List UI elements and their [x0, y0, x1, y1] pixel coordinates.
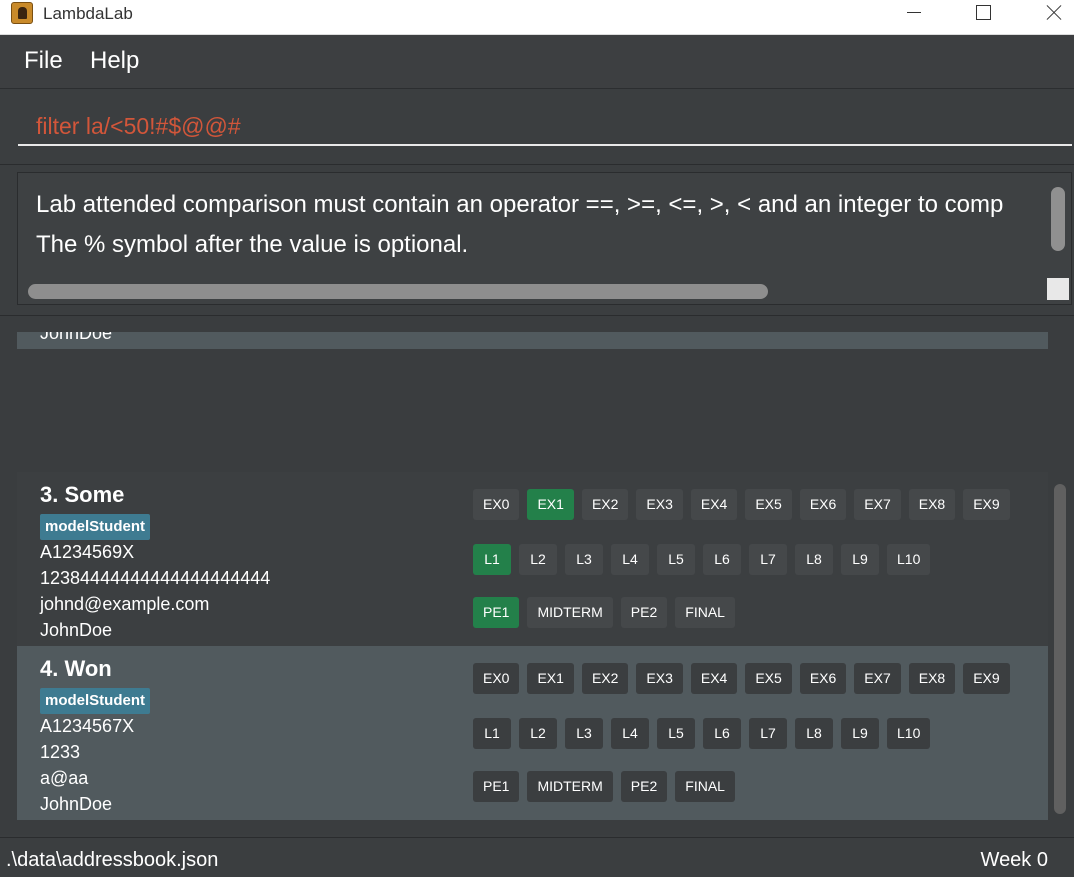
lab-chip: L3 [565, 718, 603, 749]
exercise-chip: EX9 [963, 663, 1010, 694]
student-email: a@aa [40, 768, 89, 788]
exam-chip: FINAL [675, 597, 735, 628]
menu-help[interactable]: Help [90, 47, 139, 75]
student-card[interactable]: 4. Won modelStudent A1234567X 1233 a@aa JohnD… [17, 646, 1048, 820]
result-display: Lab attended comparison must contain an … [17, 172, 1072, 305]
student-list[interactable]: 2mA1234568X12384444444444444444444johnd@… [17, 332, 1048, 836]
menu-file[interactable]: File [24, 47, 63, 75]
lab-chip: L9 [841, 544, 879, 575]
exercise-chip: EX8 [908, 663, 956, 694]
lab-row: L1 L2 L3 L4 L5 L6 L7 L8 L9 L10 [473, 718, 931, 749]
window-title: LambdaLab [43, 4, 133, 23]
student-name: 4. Won [40, 656, 112, 681]
student-phone: 1233 [40, 742, 81, 762]
vertical-scrollbar[interactable] [1051, 187, 1065, 251]
scroll-corner [1047, 278, 1069, 300]
exercise-chip: EX2 [581, 663, 629, 694]
exam-chip: PE2 [620, 597, 668, 628]
lab-chip: L10 [887, 544, 931, 575]
exercise-chip: EX4 [690, 489, 738, 520]
student-github: JohnDoe [40, 620, 113, 640]
lab-chip: L1 [473, 544, 511, 575]
exercise-chip: EX5 [745, 663, 792, 694]
exercise-chip: EX0 [473, 663, 520, 694]
student-github: JohnDoe [40, 794, 113, 814]
result-message-line: The % symbol after the value is optional… [36, 231, 469, 258]
student-list-panel: 2mA1234568X12384444444444444444444johnd@… [0, 315, 1074, 835]
exam-chip: PE1 [473, 771, 520, 802]
exercise-chip: EX0 [473, 489, 520, 520]
exercise-chip: EX7 [854, 663, 901, 694]
exercise-chip: EX1 [527, 489, 574, 520]
exercise-chip: EX6 [799, 663, 847, 694]
exercise-chip: EX8 [908, 489, 956, 520]
lab-chip: L6 [703, 544, 741, 575]
exercise-row: EX0 EX1 EX2 EX3 EX4 EX5 EX6 EX7 EX8 EX9 [473, 489, 1010, 520]
lab-chip: L3 [565, 544, 603, 575]
lab-chip: L2 [519, 544, 557, 575]
exercise-chip: EX9 [963, 489, 1010, 520]
exercise-chip: EX7 [854, 489, 901, 520]
exercise-chip: EX1 [527, 663, 574, 694]
close-button[interactable] [1025, 0, 1074, 30]
student-email: johnd@example.com [40, 594, 210, 614]
exercise-chip: EX6 [799, 489, 847, 520]
tag-list: modelStudent [40, 688, 150, 714]
minimize-button[interactable] [886, 0, 942, 30]
lab-chip: L9 [841, 718, 879, 749]
exam-chip: FINAL [675, 771, 735, 802]
maximize-button[interactable] [955, 0, 1011, 30]
lab-chip: L2 [519, 718, 557, 749]
student-github: JohnDoe [40, 332, 113, 343]
exam-chip: PE1 [473, 597, 520, 628]
exercise-row: EX0 EX1 EX2 EX3 EX4 EX5 EX6 EX7 EX8 EX9 [473, 663, 1010, 694]
lab-chip: L4 [611, 718, 649, 749]
command-box [0, 90, 1074, 165]
lab-chip: L5 [657, 718, 695, 749]
exercise-chip: EX4 [690, 663, 738, 694]
status-bar: .\data\addressbook.json Week 0 [0, 837, 1074, 877]
lab-chip: L8 [795, 718, 833, 749]
lab-chip: L10 [887, 718, 931, 749]
student-tag: modelStudent [40, 688, 150, 714]
file-path: .\data\addressbook.json [6, 849, 219, 871]
exercise-chip: EX2 [581, 489, 629, 520]
lab-chip: L8 [795, 544, 833, 575]
exam-row: PE1 MIDTERM PE2 FINAL [473, 597, 735, 628]
lab-chip: L5 [657, 544, 695, 575]
lab-chip: L1 [473, 718, 511, 749]
command-input[interactable] [18, 108, 1072, 146]
lab-row: L1 L2 L3 L4 L5 L6 L7 L8 L9 L10 [473, 544, 931, 575]
exam-chip: MIDTERM [527, 771, 613, 802]
app-icon [11, 2, 33, 24]
student-id: A1234569X [40, 542, 135, 562]
student-id: A1234567X [40, 716, 135, 736]
student-tag: modelStudent [40, 514, 150, 540]
student-card[interactable]: 3. Some modelStudent A1234569X 123844444444… [17, 472, 1048, 646]
lab-chip: L7 [749, 718, 787, 749]
student-card[interactable]: 2mA1234568X12384444444444444444444johnd@… [17, 332, 1048, 349]
tag-list: modelStudent [40, 514, 150, 540]
exercise-chip: EX3 [636, 663, 683, 694]
exercise-chip: EX3 [636, 489, 683, 520]
exam-row: PE1 MIDTERM PE2 FINAL [473, 771, 735, 802]
lab-chip: L7 [749, 544, 787, 575]
student-name: 3. Some [40, 482, 125, 507]
horizontal-scrollbar[interactable] [28, 284, 768, 299]
exam-chip: MIDTERM [527, 597, 613, 628]
menu-bar: File Help [0, 35, 1074, 89]
exam-chip: PE2 [620, 771, 668, 802]
week-indicator: Week 0 [980, 849, 1048, 871]
lab-chip: L6 [703, 718, 741, 749]
student-phone: 12384444444444444444444 [40, 568, 271, 588]
list-scrollbar[interactable] [1054, 484, 1066, 814]
exercise-chip: EX5 [745, 489, 792, 520]
result-message-line: Lab attended comparison must contain an … [36, 191, 1004, 218]
lab-chip: L4 [611, 544, 649, 575]
title-bar: LambdaLab [0, 0, 1074, 35]
